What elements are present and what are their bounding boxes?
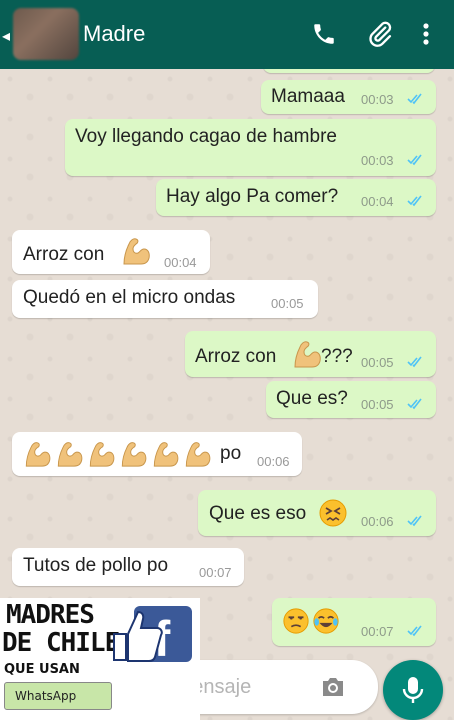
double-check-icon bbox=[407, 154, 422, 166]
unamused-face-emoji bbox=[283, 608, 309, 634]
double-check-icon bbox=[407, 515, 422, 527]
double-check-icon bbox=[407, 625, 422, 637]
facebook-like-icon: f bbox=[113, 606, 192, 664]
logo-line1: MADRES bbox=[6, 600, 95, 630]
message-text: Mamaaa bbox=[271, 86, 345, 107]
logo-line2: DE CHILE bbox=[2, 628, 120, 658]
double-check-icon bbox=[407, 195, 422, 207]
message-bubble-in[interactable]: po 00:06 bbox=[12, 432, 302, 476]
logo-line3: QUE USAN bbox=[4, 662, 80, 677]
message-time: 00:06 bbox=[361, 514, 394, 529]
flexed-biceps-emoji bbox=[294, 341, 321, 368]
avatar[interactable] bbox=[13, 8, 79, 60]
chat-header: ◂ Madre bbox=[0, 0, 454, 69]
message-bubble-in[interactable]: Arroz con 00:04 bbox=[12, 230, 210, 274]
paperclip-icon[interactable] bbox=[366, 20, 394, 48]
flexed-biceps-emoji bbox=[153, 442, 179, 467]
message-text-suffix: ??? bbox=[321, 346, 353, 367]
confounded-face-emoji bbox=[319, 499, 347, 527]
message-bubble-partial bbox=[263, 69, 435, 73]
back-icon[interactable]: ◂ bbox=[2, 26, 10, 46]
message-text: Tutos de pollo po bbox=[23, 555, 169, 576]
message-time: 00:06 bbox=[257, 454, 290, 469]
message-bubble-in[interactable]: Quedó en el micro ondas 00:05 bbox=[12, 280, 318, 318]
message-time: 00:04 bbox=[361, 194, 394, 209]
message-bubble-out[interactable]: Arroz con ??? 00:05 bbox=[185, 331, 436, 377]
double-check-icon bbox=[407, 398, 422, 410]
message-bubble-out[interactable]: Mamaaa 00:03 bbox=[261, 80, 436, 114]
message-time: 00:07 bbox=[361, 624, 394, 639]
message-text: Que es eso bbox=[209, 503, 307, 524]
message-text: Arroz con bbox=[23, 244, 105, 265]
watermark-logo: MADRES DE CHILE QUE USAN WhatsApp f bbox=[0, 598, 200, 720]
contact-name[interactable]: Madre bbox=[83, 21, 145, 47]
emoji-row bbox=[22, 440, 213, 468]
flexed-biceps-emoji bbox=[185, 442, 211, 467]
message-bubble-out[interactable]: Hay algo Pa comer? 00:04 bbox=[156, 179, 436, 216]
message-text: Quedó en el micro ondas bbox=[23, 287, 236, 308]
double-check-icon bbox=[407, 356, 422, 368]
message-time: 00:05 bbox=[271, 296, 304, 311]
message-bubble-in[interactable]: Tutos de pollo po 00:07 bbox=[12, 548, 244, 586]
message-text: Arroz con bbox=[195, 346, 277, 367]
flexed-biceps-emoji bbox=[123, 238, 150, 265]
mic-button[interactable] bbox=[383, 660, 443, 720]
message-bubble-out[interactable]: Que es eso 00:06 bbox=[198, 490, 436, 536]
message-time: 00:07 bbox=[199, 565, 232, 580]
message-bubble-out[interactable]: Que es? 00:05 bbox=[266, 381, 436, 418]
camera-icon[interactable] bbox=[320, 676, 346, 698]
message-text: po bbox=[220, 443, 242, 464]
message-bubble-out[interactable]: Voy llegando cagao de hambre 00:03 bbox=[65, 119, 436, 176]
mic-icon bbox=[402, 677, 424, 703]
flexed-biceps-emoji bbox=[25, 442, 51, 467]
phone-icon[interactable] bbox=[310, 20, 338, 48]
flexed-biceps-emoji bbox=[121, 442, 147, 467]
message-time: 00:04 bbox=[164, 255, 197, 270]
message-time: 00:03 bbox=[361, 153, 394, 168]
message-time: 00:05 bbox=[361, 355, 394, 370]
flexed-biceps-emoji bbox=[57, 442, 83, 467]
message-time: 00:03 bbox=[361, 92, 394, 107]
logo-whatsapp-badge: WhatsApp bbox=[4, 682, 112, 710]
double-check-icon bbox=[407, 93, 422, 105]
message-text: Hay algo Pa comer? bbox=[166, 186, 339, 207]
message-bubble-out[interactable]: 00:07 bbox=[272, 598, 436, 646]
tears-of-joy-emoji bbox=[313, 608, 339, 634]
more-vert-icon[interactable] bbox=[412, 20, 440, 48]
message-time: 00:05 bbox=[361, 397, 394, 412]
flexed-biceps-emoji bbox=[89, 442, 115, 467]
message-text: Que es? bbox=[276, 388, 348, 409]
message-text: Voy llegando cagao de hambre bbox=[75, 126, 337, 147]
